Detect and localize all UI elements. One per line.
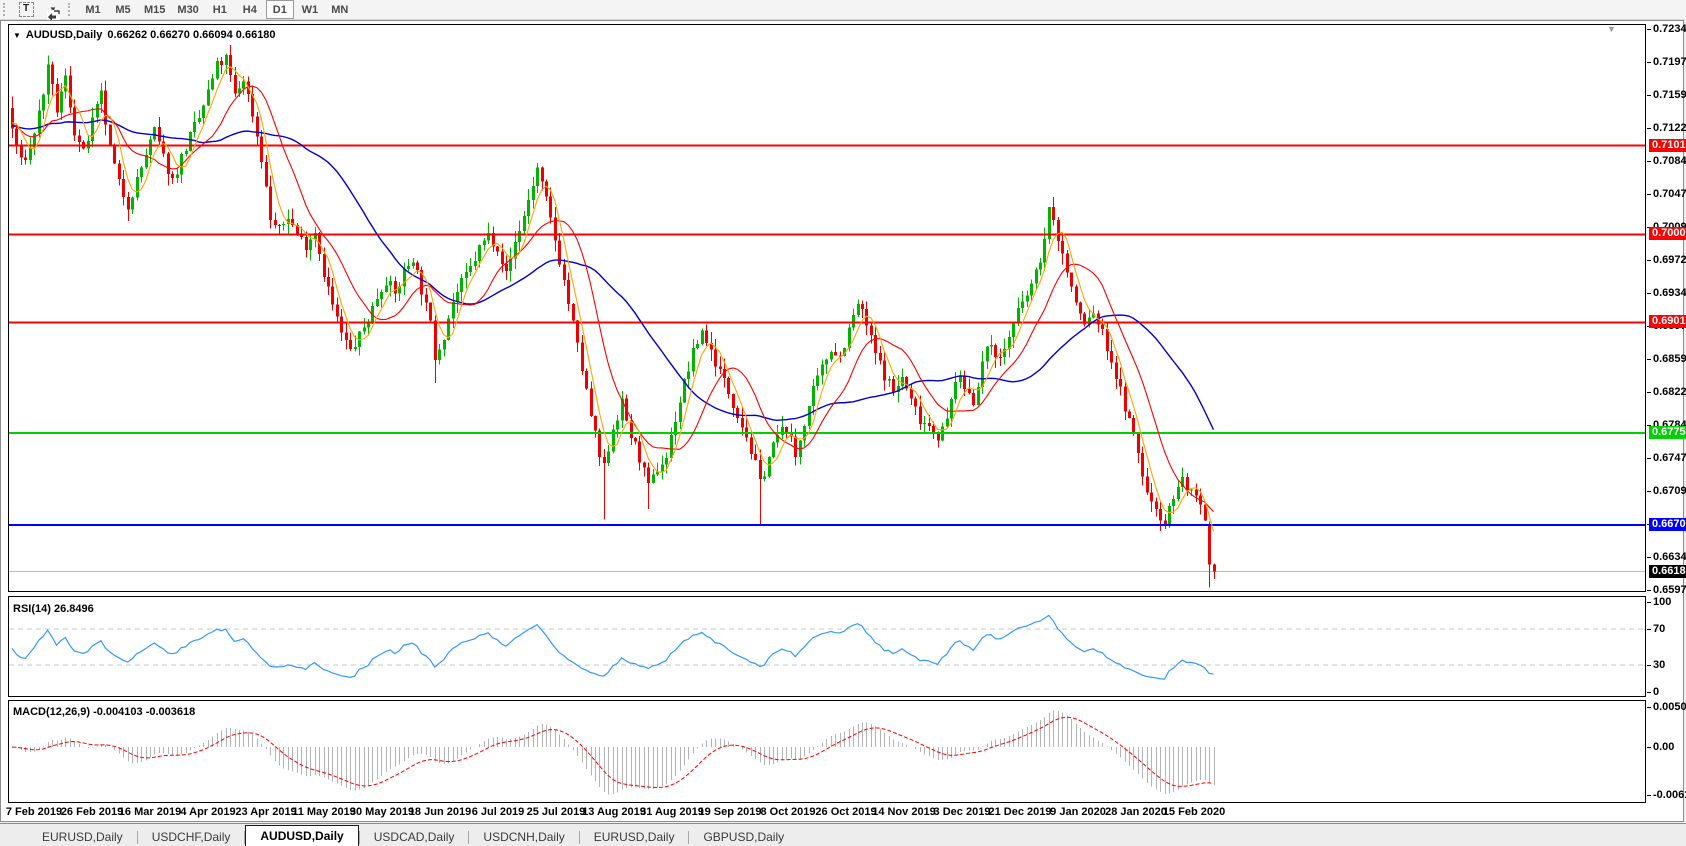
rsi-axis-tick: 100 [1653, 596, 1671, 609]
price-axis-tick: 0.71970 [1653, 56, 1686, 69]
date-label: 28 Jan 2020 [1105, 806, 1167, 818]
price-axis-tick: 0.67470 [1653, 452, 1686, 465]
price-axis-tick: 0.71590 [1653, 89, 1686, 102]
chart-tab-usdcnh-4[interactable]: USDCNH,Daily [469, 828, 578, 846]
macd-canvas[interactable] [8, 700, 1646, 803]
text-tool-icon: T [19, 2, 34, 17]
price-axis-tick: 0.71220 [1653, 122, 1686, 135]
price-axis-tick: 0.69720 [1653, 254, 1686, 267]
hline-price-badge: 0.67754 [1649, 426, 1686, 439]
timeframe-button-h4[interactable]: H4 [236, 0, 264, 19]
timeframe-button-h1[interactable]: H1 [206, 0, 234, 19]
price-axis-tick: 0.70840 [1653, 155, 1686, 168]
date-label: 7 Feb 2019 [6, 806, 62, 818]
chart-tab-bar: EURUSD,DailyUSDCHF,DailyAUDUSD,DailyUSDC… [0, 823, 1686, 846]
date-label: 26 Oct 2019 [815, 806, 876, 818]
date-label: 25 Jul 2019 [527, 806, 586, 818]
trading-terminal: T ▼ M1M5M15M30H1H4D1W1MN ▼ AUDUSD,Daily … [0, 0, 1686, 846]
date-label: 6 Jul 2019 [472, 806, 525, 818]
toolbar-grip[interactable] [68, 3, 73, 16]
timeframe-button-w1[interactable]: W1 [296, 0, 324, 19]
rsi-axis-tick: 30 [1653, 659, 1665, 672]
chart-tab-usdcad-3[interactable]: USDCAD,Daily [360, 828, 469, 846]
price-axis-tick: 0.72340 [1653, 23, 1686, 36]
chart-tab-audusd-2[interactable]: AUDUSD,Daily [245, 825, 358, 846]
date-label: 4 Apr 2019 [180, 806, 235, 818]
date-label: 11 May 2019 [292, 806, 356, 818]
date-label: 16 Mar 2019 [119, 806, 181, 818]
symbol-dropdown-icon[interactable]: ▼ [13, 31, 21, 40]
timeframe-buttons: M1M5M15M30H1H4D1W1MN [78, 0, 355, 19]
price-axis-tick: 0.70470 [1653, 188, 1686, 201]
timeframe-button-m1[interactable]: M1 [79, 0, 107, 19]
timeframe-button-d1[interactable]: D1 [266, 0, 294, 19]
chart-title: ▼ AUDUSD,Daily 0.66262 0.66270 0.66094 0… [13, 29, 276, 41]
chart-tab-eurusd-0[interactable]: EURUSD,Daily [28, 828, 137, 846]
toolbar-grip[interactable] [3, 3, 8, 16]
date-label: 9 Jan 2020 [1050, 806, 1106, 818]
date-label: 18 Jun 2019 [409, 806, 471, 818]
timeframe-button-m30[interactable]: M30 [172, 0, 203, 19]
text-tool-button[interactable]: T [13, 1, 39, 18]
date-label: 30 May 2019 [350, 806, 414, 818]
chart-window: ▼ AUDUSD,Daily 0.66262 0.66270 0.66094 0… [0, 20, 1684, 822]
price-chart-canvas[interactable] [8, 24, 1646, 592]
rsi-canvas[interactable] [8, 596, 1646, 697]
chart-tab-gbpusd-6[interactable]: GBPUSD,Daily [689, 828, 798, 846]
symbol-label: AUDUSD,Daily [26, 29, 102, 41]
toolbar: T ▼ M1M5M15M30H1H4D1W1MN [0, 0, 1686, 20]
timeframe-button-m5[interactable]: M5 [109, 0, 137, 19]
date-label: 23 Apr 2019 [235, 806, 296, 818]
date-label: 8 Oct 2019 [760, 806, 815, 818]
arrange-windows-button[interactable]: ▼ [39, 1, 65, 18]
hline-price-badge: 0.69010 [1649, 315, 1686, 328]
hline-price-badge: 0.70007 [1649, 227, 1686, 240]
date-label: 31 Aug 2019 [640, 806, 704, 818]
hline-price-badge: 0.71016 [1649, 139, 1686, 152]
macd-axis-tick: 0.005076 [1653, 701, 1686, 714]
date-label: 15 Feb 2020 [1163, 806, 1225, 818]
rsi-axis-tick: 70 [1653, 623, 1665, 636]
chart-tabs: EURUSD,DailyUSDCHF,DailyAUDUSD,DailyUSDC… [0, 824, 798, 846]
macd-axis-tick: -0.006148 [1653, 789, 1686, 802]
chart-tab-eurusd-5[interactable]: EURUSD,Daily [580, 828, 689, 846]
price-axis-tick: 0.68590 [1653, 353, 1686, 366]
date-label: 3 Dec 2019 [934, 806, 991, 818]
price-axis-tick: 0.67090 [1653, 485, 1686, 498]
ohlc-values: 0.66262 0.66270 0.66094 0.66180 [107, 29, 275, 41]
chart-shift-marker-icon[interactable]: ▼ [1607, 24, 1616, 34]
date-label: 19 Sep 2019 [699, 806, 762, 818]
date-label: 13 Aug 2019 [582, 806, 646, 818]
timeframe-button-m15[interactable]: M15 [139, 0, 170, 19]
current-price-badge: 0.66180 [1649, 565, 1686, 578]
date-label: 21 Dec 2019 [989, 806, 1052, 818]
rsi-axis-tick: 0 [1653, 686, 1659, 699]
timeframe-button-mn[interactable]: MN [326, 0, 354, 19]
macd-label: MACD(12,26,9) -0.004103 -0.003618 [13, 706, 195, 718]
date-label: 26 Feb 2019 [61, 806, 123, 818]
macd-axis-tick: 0.00 [1653, 741, 1674, 754]
rsi-label: RSI(14) 26.8496 [13, 603, 94, 615]
hline-price-badge: 0.66706 [1649, 518, 1686, 531]
price-axis-tick: 0.66340 [1653, 551, 1686, 564]
date-label: 14 Nov 2019 [872, 806, 936, 818]
price-axis-tick: 0.69340 [1653, 287, 1686, 300]
price-axis-tick: 0.68220 [1653, 386, 1686, 399]
chart-tab-usdchf-1[interactable]: USDCHF,Daily [138, 828, 245, 846]
